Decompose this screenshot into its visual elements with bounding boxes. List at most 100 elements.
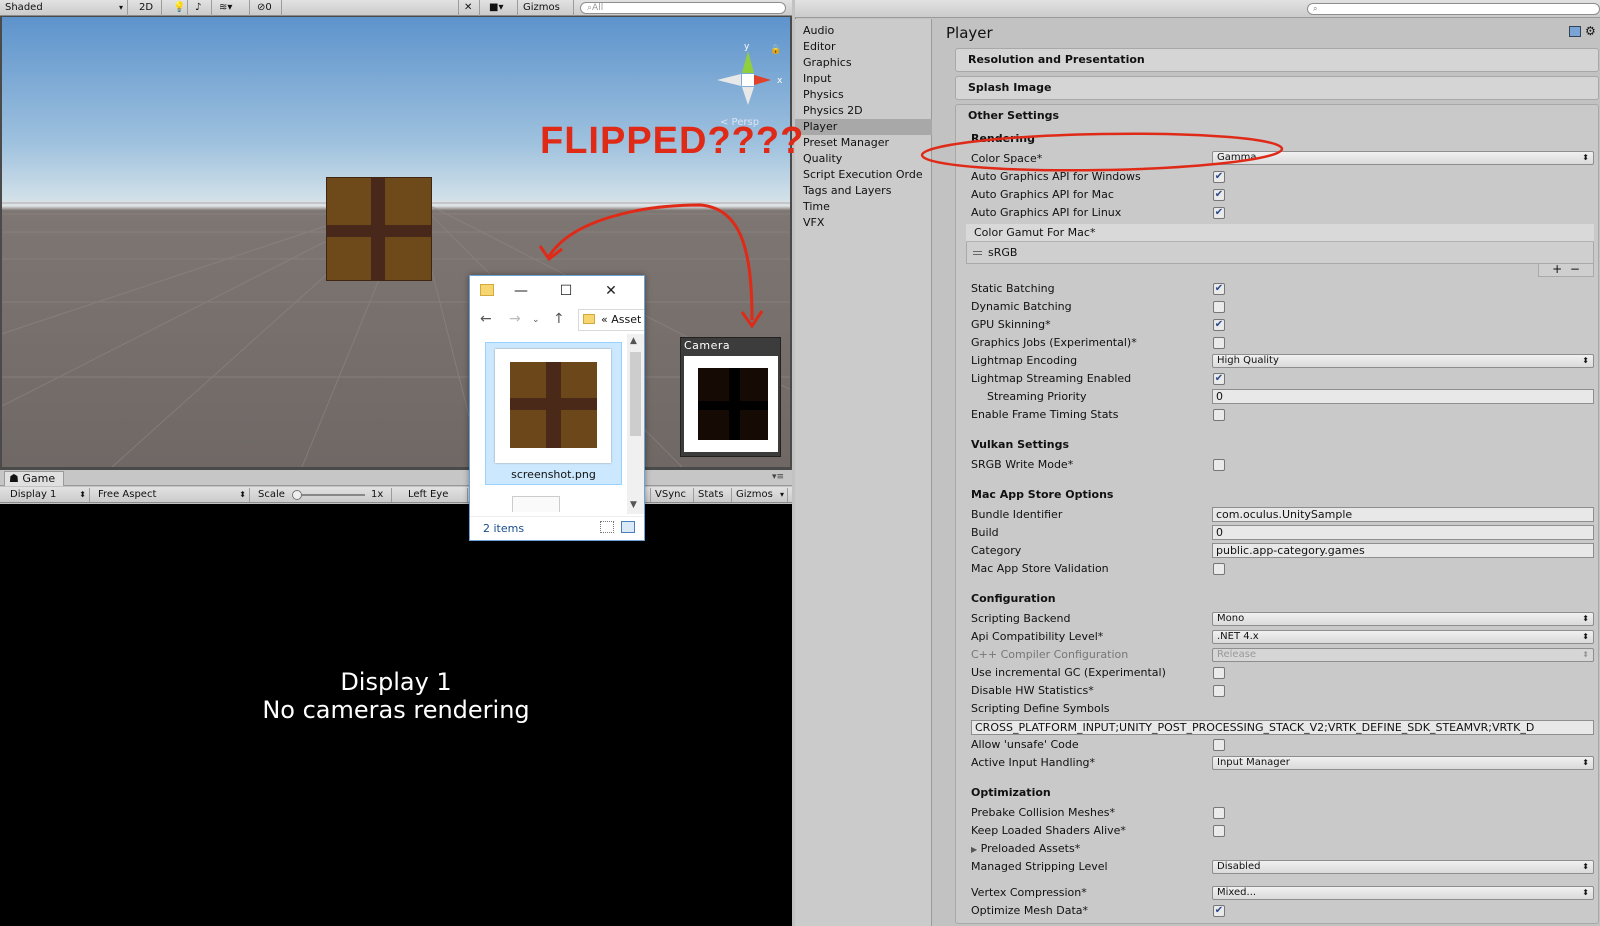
nav-item-graphics[interactable]: Graphics (795, 55, 932, 71)
gizmo-x-label: x (777, 76, 783, 86)
input-handling-dropdown[interactable]: Input Manager ⬍ (1212, 756, 1594, 770)
close-icon[interactable]: ✕ (596, 281, 626, 301)
explorer-titlebar[interactable]: — ☐ ✕ (470, 276, 644, 306)
disable-hw-stats-checkbox[interactable] (1213, 685, 1225, 697)
nav-item-vfx[interactable]: VFX (795, 215, 932, 231)
drag-handle-icon[interactable] (973, 251, 982, 255)
scene-search-input[interactable]: ⌕All (580, 2, 786, 14)
build-label: Build (971, 526, 999, 539)
nav-item-audio[interactable]: Audio (795, 23, 932, 39)
vulkan-heading: Vulkan Settings (971, 438, 1070, 451)
explorer-scrollbar[interactable]: ▲ ▼ (627, 334, 644, 514)
left-eye-dropdown[interactable]: Left Eye (404, 488, 468, 502)
gizmos-dropdown[interactable]: Gizmos ▾ (518, 0, 574, 28)
game-gizmos-dropdown[interactable]: Gizmos ▾ (732, 488, 788, 502)
details-view-icon[interactable] (600, 521, 614, 533)
stats-toggle[interactable]: Stats (694, 488, 732, 502)
dynamic-batching-checkbox[interactable] (1213, 301, 1225, 313)
static-batching-checkbox[interactable]: ✔ (1213, 283, 1225, 295)
audio-toggle-icon[interactable]: ♪ (190, 0, 212, 16)
scale-slider[interactable] (295, 494, 365, 496)
stripping-level-dropdown[interactable]: Disabled ⬍ (1212, 860, 1594, 874)
lock-icon[interactable]: 🔒 (770, 45, 781, 55)
nav-item-tags-and-layers[interactable]: Tags and Layers (795, 183, 932, 199)
color-space-dropdown[interactable]: Gamma ⬍ (1212, 151, 1594, 165)
panel-menu-icon[interactable]: ▾≡ (772, 472, 784, 482)
plus-icon[interactable]: + (1552, 262, 1562, 276)
bundle-identifier-field[interactable]: com.oculus.UnitySample (1212, 507, 1594, 522)
nav-item-editor[interactable]: Editor (795, 39, 932, 55)
display-dropdown[interactable]: Display 1 ⬍ (6, 488, 90, 502)
scroll-up-icon[interactable]: ▲ (630, 336, 637, 346)
optimize-mesh-checkbox[interactable]: ✔ (1213, 905, 1225, 917)
add-remove-buttons[interactable]: + − (1538, 262, 1594, 277)
game-display-message: Display 1 (340, 668, 452, 696)
updown-arrow-icon: ⬍ (1582, 614, 1589, 623)
nav-item-input[interactable]: Input (795, 71, 932, 87)
tab-game[interactable]: ☗ Game (4, 471, 64, 486)
vertex-compression-dropdown[interactable]: Mixed... ⬍ (1212, 886, 1594, 900)
build-field[interactable]: 0 (1212, 525, 1594, 540)
vsync-toggle[interactable]: VSync (650, 488, 694, 502)
foldout-splash-image[interactable]: Splash Image (955, 76, 1599, 100)
scale-slider-handle[interactable] (292, 490, 302, 500)
lighting-toggle-icon[interactable]: 💡 (168, 0, 188, 16)
tools-icon[interactable]: ✕ (458, 0, 480, 16)
maximize-icon[interactable]: ☐ (551, 281, 581, 301)
gizmo-y-label: y (744, 43, 750, 52)
effects-dropdown-icon[interactable]: ≋▾ (214, 0, 250, 16)
keep-shaders-checkbox[interactable] (1213, 825, 1225, 837)
2d-toggle[interactable]: 2D (134, 0, 162, 16)
shading-mode-dropdown[interactable]: Shaded ▾ (0, 0, 128, 16)
address-bar[interactable]: « Asset (578, 309, 644, 331)
prebake-collision-checkbox[interactable] (1213, 807, 1225, 819)
lightmap-encoding-dropdown[interactable]: High Quality ⬍ (1212, 354, 1594, 368)
nav-item-physics[interactable]: Physics (795, 87, 932, 103)
settings-search-input[interactable]: ⌕ (1307, 3, 1600, 15)
nav-item-script-execution-order[interactable]: Script Execution Orde (795, 167, 932, 183)
recent-locations-icon[interactable]: ⌄ (532, 315, 540, 325)
minimize-icon[interactable]: — (506, 281, 536, 301)
auto-graphics-api-windows-checkbox[interactable]: ✔ (1213, 171, 1225, 183)
scene-crate[interactable] (326, 177, 432, 281)
settings-gear-icon[interactable]: ⚙ (1585, 24, 1596, 38)
file-item-screenshot[interactable]: screenshot.png (485, 342, 622, 485)
allow-unsafe-checkbox[interactable] (1213, 739, 1225, 751)
hidden-objects-toggle[interactable]: ⊘0 (252, 0, 282, 16)
scene-viewport[interactable]: y x 🔒 < Persp (2, 17, 790, 467)
graphics-jobs-checkbox[interactable] (1213, 337, 1225, 349)
streaming-priority-field[interactable]: 0 (1212, 389, 1594, 404)
category-field[interactable]: public.app-category.games (1212, 543, 1594, 558)
minus-icon[interactable]: − (1570, 262, 1580, 276)
preloaded-assets-foldout[interactable]: ▶ Preloaded Assets* (971, 842, 1080, 855)
color-gamut-item[interactable]: sRGB (966, 243, 1594, 263)
camera-dropdown-icon[interactable]: ■▾ (484, 0, 518, 16)
aspect-dropdown[interactable]: Free Aspect ⬍ (94, 488, 250, 502)
back-arrow-icon[interactable]: ← (480, 311, 492, 327)
define-symbols-field[interactable]: CROSS_PLATFORM_INPUT;UNITY_POST_PROCESSI… (971, 720, 1594, 735)
forward-arrow-icon[interactable]: → (509, 311, 521, 327)
api-compatibility-dropdown[interactable]: .NET 4.x ⬍ (1212, 630, 1594, 644)
nav-item-time[interactable]: Time (795, 199, 932, 215)
incremental-gc-checkbox[interactable] (1213, 667, 1225, 679)
up-arrow-icon[interactable]: ↑ (553, 311, 565, 327)
help-icon[interactable] (1569, 26, 1581, 37)
nav-item-quality[interactable]: Quality (795, 151, 932, 167)
nav-item-physics-2d[interactable]: Physics 2D (795, 103, 932, 119)
cpp-compiler-config-value: Release (1217, 649, 1257, 660)
foldout-resolution-presentation[interactable]: Resolution and Presentation (955, 48, 1599, 72)
scripting-backend-dropdown[interactable]: Mono ⬍ (1212, 612, 1594, 626)
srgb-write-checkbox[interactable] (1213, 459, 1225, 471)
gpu-skinning-checkbox[interactable]: ✔ (1213, 319, 1225, 331)
scroll-down-icon[interactable]: ▼ (630, 500, 637, 510)
nav-item-preset-manager[interactable]: Preset Manager (795, 135, 932, 151)
mac-app-store-validation-checkbox[interactable] (1213, 563, 1225, 575)
large-icons-view-icon[interactable] (621, 521, 635, 533)
auto-graphics-api-mac-checkbox[interactable]: ✔ (1213, 189, 1225, 201)
auto-graphics-api-linux-checkbox[interactable]: ✔ (1213, 207, 1225, 219)
file-item-second[interactable] (512, 496, 560, 512)
lightmap-streaming-checkbox[interactable]: ✔ (1213, 373, 1225, 385)
nav-item-player[interactable]: Player (795, 119, 932, 135)
scroll-thumb[interactable] (630, 352, 641, 436)
frame-timing-checkbox[interactable] (1213, 409, 1225, 421)
